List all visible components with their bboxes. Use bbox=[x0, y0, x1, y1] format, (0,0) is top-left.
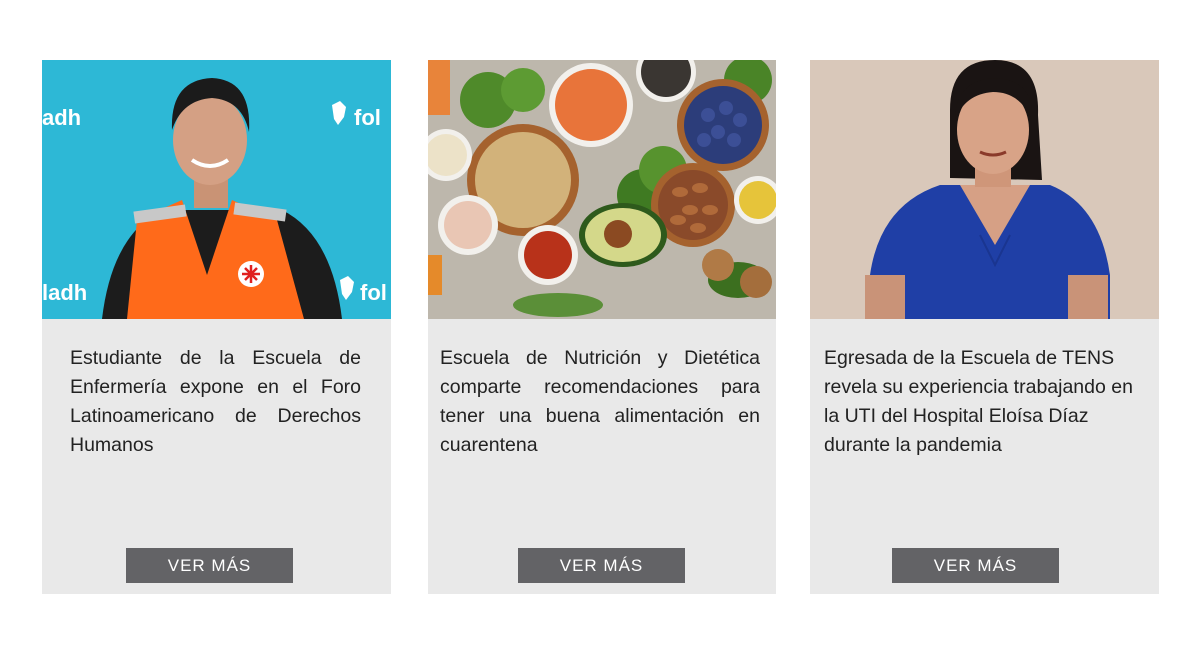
foladh-logo-text: fol bbox=[354, 105, 381, 130]
foladh-logo-text: ladh bbox=[42, 280, 87, 305]
news-card-2: Escuela de Nutrición y Dietética compart… bbox=[428, 60, 776, 594]
news-card-image[interactable]: adh fol ladh fol bbox=[42, 60, 391, 319]
news-card-image[interactable] bbox=[428, 60, 776, 319]
news-card-title[interactable]: Estudiante de la Escuela de Enfermería e… bbox=[70, 344, 361, 460]
news-card-image[interactable] bbox=[810, 60, 1159, 319]
news-card-title[interactable]: Escuela de Nutrición y Dietética compart… bbox=[440, 344, 760, 460]
news-card-1: adh fol ladh fol Estudiante de la Escuel… bbox=[42, 60, 391, 594]
news-card-title[interactable]: Egresada de la Escuela de TENS revela su… bbox=[824, 344, 1147, 460]
foladh-logo-text: fol bbox=[360, 280, 387, 305]
ver-mas-button[interactable]: VER MÁS bbox=[126, 548, 293, 583]
ver-mas-button[interactable]: VER MÁS bbox=[518, 548, 685, 583]
ver-mas-button[interactable]: VER MÁS bbox=[892, 548, 1059, 583]
news-card-3: Egresada de la Escuela de TENS revela su… bbox=[810, 60, 1159, 594]
foladh-logo-text: adh bbox=[42, 105, 81, 130]
